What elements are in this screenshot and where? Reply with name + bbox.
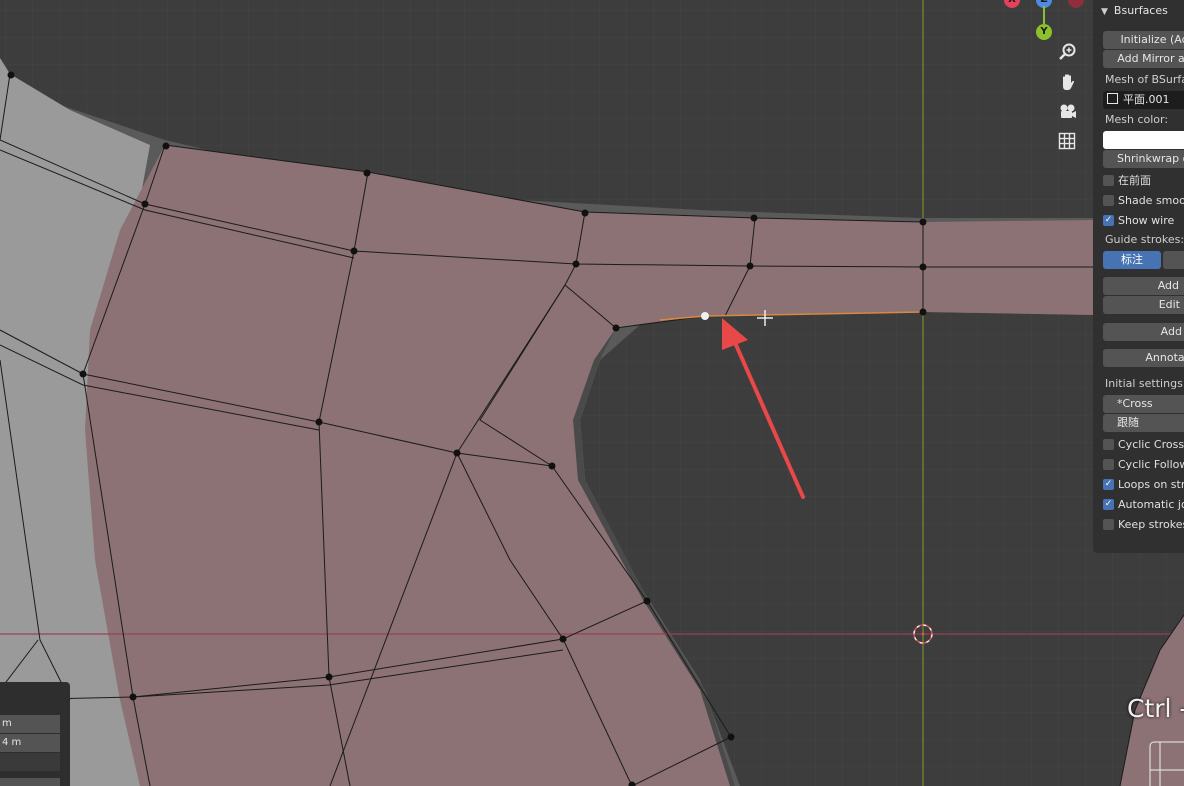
checkbox-box [1103,174,1114,186]
add-button[interactable]: Add [1103,277,1184,295]
checkmark-icon: ✓ [1103,478,1114,490]
cyclic-cross-label: Cyclic Cross [1118,437,1184,451]
automatic-join-label: Automatic joi [1118,497,1184,511]
cyclic-follow-label: Cyclic Follow [1118,457,1184,471]
mesh-object-field[interactable]: 平面.001 [1103,91,1184,109]
keep-strokes-label: Keep strokes [1118,517,1184,531]
zoom-icon[interactable] [1058,42,1084,68]
gizmo-y-stem [1043,6,1045,24]
guide-strokes-label: Guide strokes: [1105,233,1184,246]
add-mirror-button[interactable]: Add Mirror and [1103,50,1184,68]
checkmark-icon: ✓ [1103,498,1114,510]
follow-option[interactable]: 跟随 [1103,414,1184,432]
in-front-checkbox[interactable]: 在前面 [1103,172,1151,188]
collapse-triangle-icon[interactable]: ▼ [1101,7,1108,17]
selected-vertex[interactable] [701,312,709,320]
gizmo-z-label: Z [1040,0,1047,5]
loops-on-strokes-checkbox[interactable]: ✓ Loops on stro [1103,476,1184,492]
mesh-object-value: 平面.001 [1123,93,1170,106]
mesh-color-swatch[interactable] [1103,131,1184,149]
operator-field-2[interactable]: 4 m [0,734,60,752]
checkbox-box [1103,458,1114,470]
shade-smooth-label: Shade smooth [1118,193,1184,207]
panel-title: Bsurfaces [1113,4,1168,17]
show-wire-label: Show wire [1118,213,1175,227]
shade-smooth-checkbox[interactable]: Shade smooth [1103,192,1184,208]
camera-icon[interactable] [1058,102,1084,128]
checkbox-box [1103,438,1114,450]
cyclic-follow-checkbox[interactable]: Cyclic Follow [1103,456,1184,472]
edit-button[interactable]: Edit [1103,296,1184,314]
cyclic-cross-checkbox[interactable]: Cyclic Cross [1103,436,1184,452]
in-front-label: 在前面 [1118,174,1151,187]
loops-on-strokes-label: Loops on stro [1118,477,1184,491]
annotation-button[interactable]: Annotati [1103,349,1184,367]
guide-strokes-other-tab[interactable] [1163,251,1184,269]
add-annotation-button[interactable]: Add A [1103,323,1184,341]
operator-field-3[interactable] [0,753,60,771]
checkmark-icon: ✓ [1103,214,1114,226]
operator-redo-panel: m 4 m [0,682,70,786]
3d-viewport[interactable]: X Z Y Ctrl - [0,0,1184,786]
grid-ortho-icon[interactable] [1058,132,1084,158]
shrinkwrap-button[interactable]: Shrinkwrap of [1103,150,1184,168]
annotate-tab[interactable]: 标注 [1103,251,1161,269]
hand-pan-icon[interactable] [1058,72,1084,98]
gizmo-y-label: Y [1040,26,1048,37]
mesh-color-label: Mesh color: [1105,113,1169,126]
automatic-join-checkbox[interactable]: ✓ Automatic joi [1103,496,1184,512]
checkbox-box [1103,194,1114,206]
operator-field-1[interactable]: m [0,715,60,733]
initialize-button[interactable]: Initialize (Add [1103,31,1184,49]
initial-settings-label: Initial settings: [1105,377,1184,390]
bsurfaces-sidebar: ▼ Bsurfaces Initialize (Add Add Mirror an… [1093,0,1184,553]
panel-header[interactable]: ▼ Bsurfaces [1093,0,1184,22]
gizmo-y-axis[interactable]: Y [1036,24,1052,40]
cross-option[interactable]: *Cross [1103,395,1184,413]
operator-field-4[interactable] [0,778,60,786]
keep-strokes-checkbox[interactable]: Keep strokes [1103,516,1184,532]
show-wire-checkbox[interactable]: ✓ Show wire [1103,212,1174,228]
gizmo-x-label: X [1008,0,1016,5]
mesh-of-label: Mesh of BSurfac [1105,73,1184,86]
shortcut-overlay: Ctrl - [1127,694,1184,723]
mesh-object-icon [1107,93,1118,104]
checkbox-box [1103,518,1114,530]
